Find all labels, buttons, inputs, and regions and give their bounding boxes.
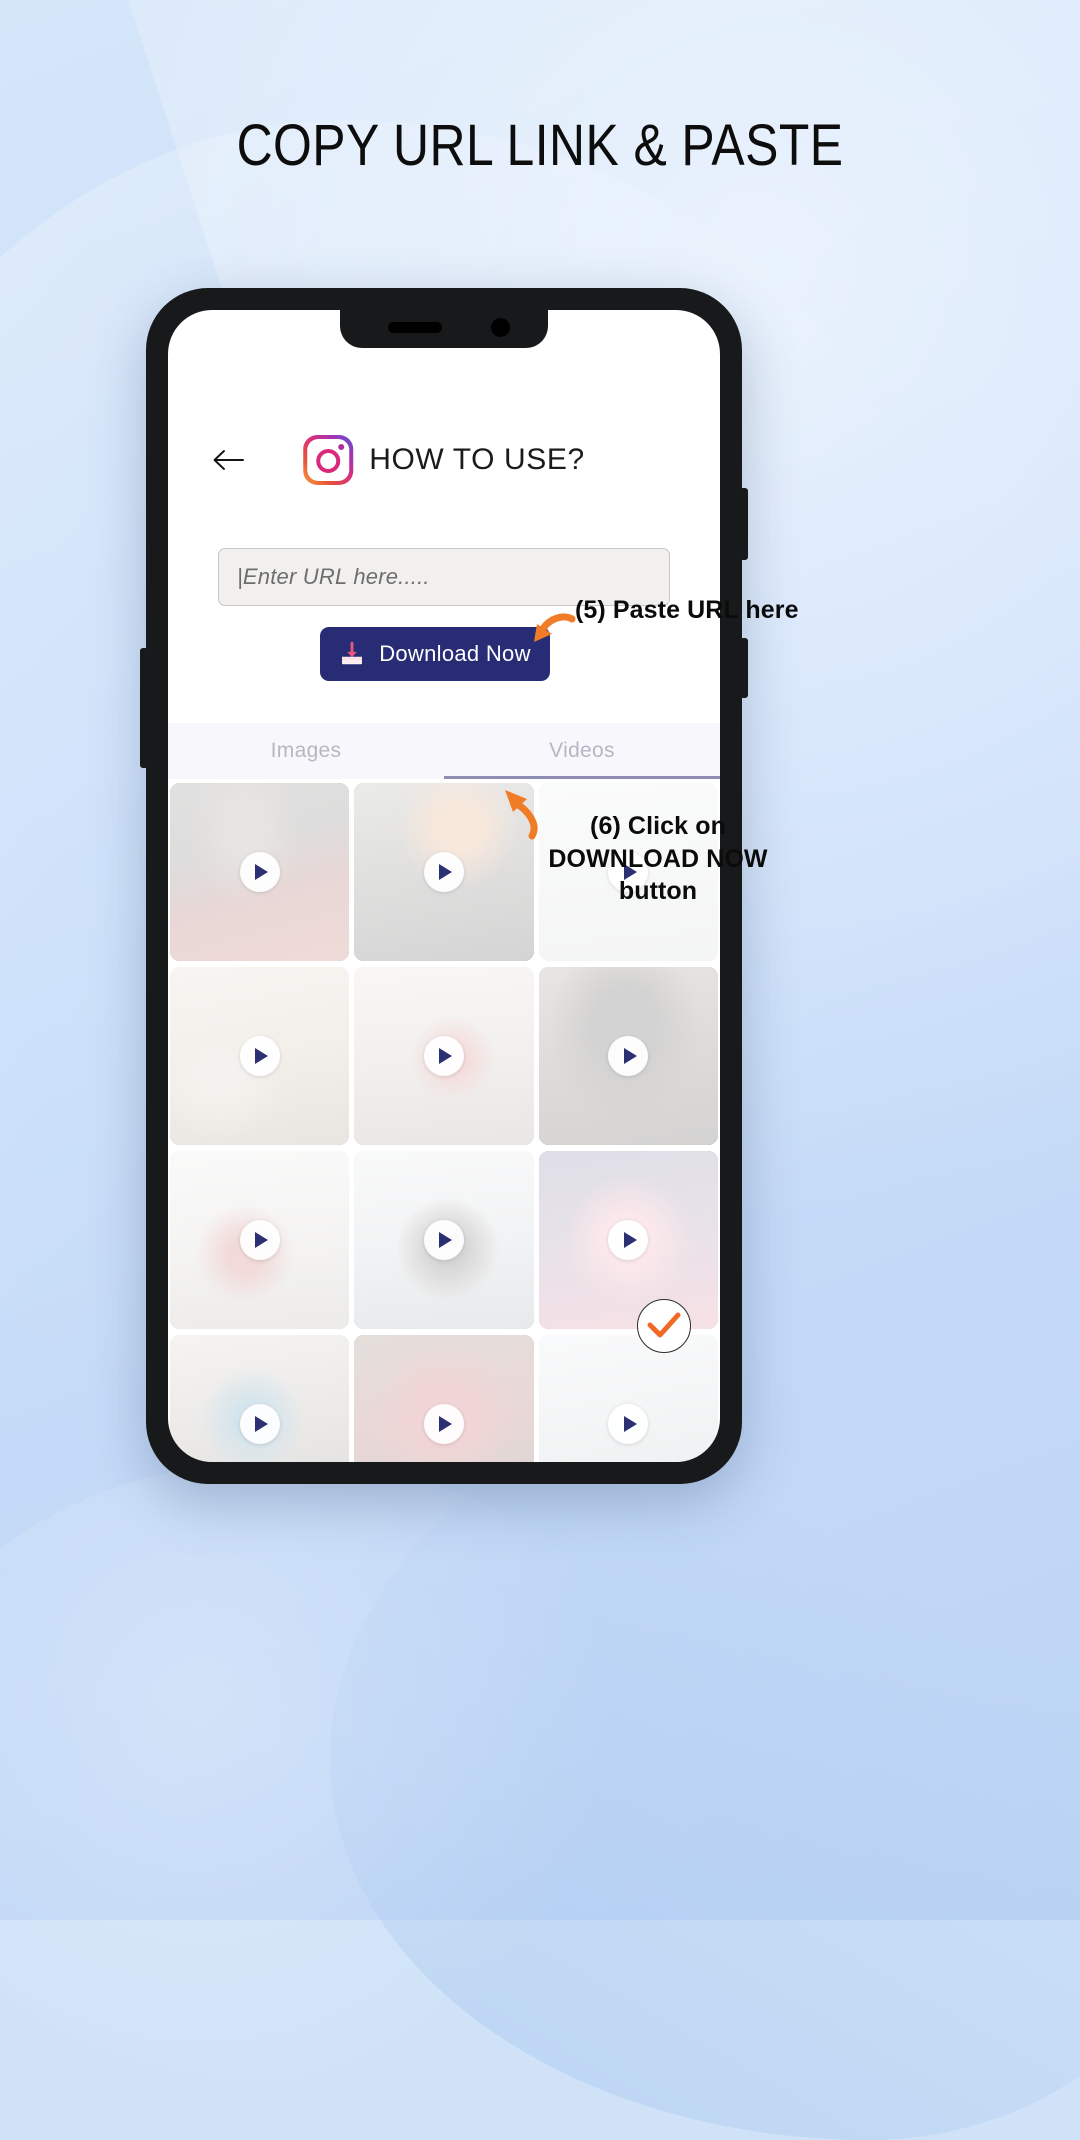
earpiece-speaker — [388, 322, 442, 333]
thumbnail-item[interactable] — [354, 1151, 534, 1329]
download-button-label: Download Now — [379, 641, 531, 666]
header-title: HOW TO USE? — [369, 443, 585, 476]
phone-side-button — [740, 638, 748, 698]
play-icon[interactable] — [239, 1404, 280, 1444]
phone-notch — [340, 310, 548, 348]
app-header: HOW TO USE? — [168, 420, 720, 500]
play-icon[interactable] — [239, 852, 280, 892]
tab-images-label: Images — [270, 739, 342, 762]
play-icon[interactable] — [608, 1220, 649, 1260]
thumbnail-item[interactable] — [538, 1151, 718, 1329]
annotation-step-5: (5) Paste URL here — [575, 596, 799, 624]
play-icon[interactable] — [608, 1036, 649, 1076]
play-icon[interactable] — [423, 1036, 464, 1076]
curved-arrow-left-icon — [528, 612, 576, 657]
play-icon[interactable] — [239, 1220, 280, 1260]
front-camera-icon — [491, 318, 510, 337]
header-brand: HOW TO USE? — [303, 435, 585, 485]
tab-videos[interactable]: Videos — [444, 723, 720, 779]
back-arrow-icon[interactable] — [206, 438, 250, 482]
tab-videos-label: Videos — [549, 739, 615, 762]
annotation-step-6: (6) Click on DOWNLOAD NOW button — [548, 812, 768, 905]
thumbnail-item[interactable] — [170, 967, 350, 1145]
phone-power-button — [740, 488, 748, 560]
thumbnail-item[interactable] — [354, 967, 534, 1145]
download-now-button[interactable]: Download Now — [320, 627, 550, 681]
media-type-tabs: Images Videos — [168, 723, 720, 779]
thumbnail-item[interactable] — [170, 1151, 350, 1329]
play-icon[interactable] — [423, 1220, 464, 1260]
play-icon[interactable] — [423, 852, 464, 892]
thumbnail-item[interactable] — [170, 783, 350, 961]
page-title: COPY URL LINK & PASTE — [236, 113, 844, 178]
download-tray-icon — [342, 641, 363, 665]
play-icon[interactable] — [608, 1404, 649, 1444]
thumbnail-item[interactable] — [538, 967, 718, 1145]
play-icon[interactable] — [423, 1404, 464, 1444]
thumbnail-item[interactable] — [170, 1335, 350, 1462]
instagram-logo-icon — [303, 435, 354, 485]
phone-volume-button — [140, 648, 148, 768]
tab-images[interactable]: Images — [168, 723, 444, 779]
check-mark-icon — [637, 1299, 691, 1353]
play-icon[interactable] — [239, 1036, 280, 1076]
thumbnail-item[interactable] — [354, 1335, 534, 1462]
thumbnail-item[interactable] — [538, 1335, 718, 1462]
url-input-placeholder: |Enter URL here..... — [237, 564, 430, 589]
